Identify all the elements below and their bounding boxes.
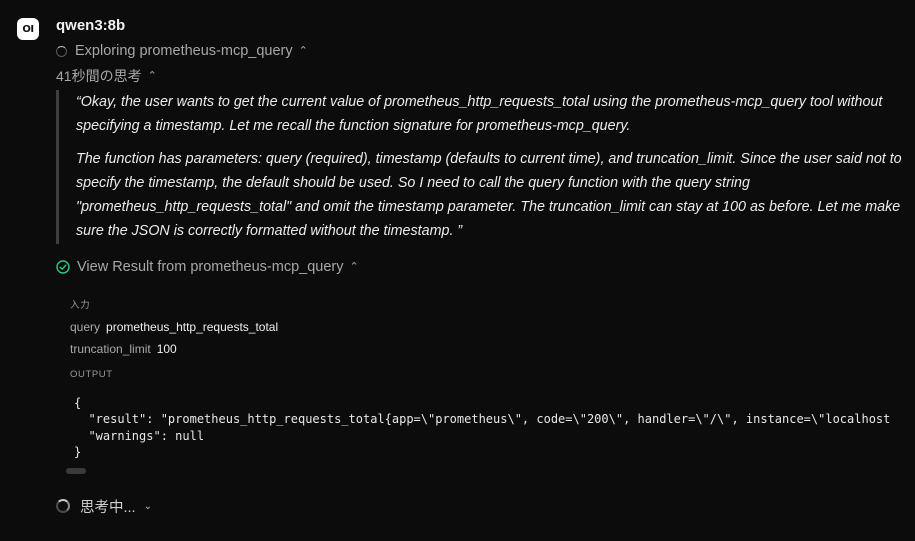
param-value: 100: [156, 342, 177, 356]
input-heading: 入力: [70, 300, 91, 311]
spinner-icon: [56, 499, 70, 513]
chevron-down-icon: ⌄: [143, 500, 152, 512]
model-avatar: OI: [17, 18, 39, 40]
chevron-up-icon: ⌃: [349, 260, 359, 273]
spinner-icon: [56, 45, 67, 57]
tool-status-label: Exploring prometheus-mcp_query: [75, 43, 293, 59]
param-key: query: [70, 320, 101, 334]
thinking-content: “Okay, the user wants to get the current…: [56, 90, 906, 244]
horizontal-scrollbar[interactable]: [66, 468, 86, 474]
code-line: "result": "prometheus_http_requests_tota…: [74, 412, 891, 427]
param-row-query: query prometheus_http_requests_total: [70, 320, 278, 334]
code-line: }: [74, 444, 82, 459]
code-line: "warnings": null: [74, 428, 205, 443]
tool-status-toggle[interactable]: Exploring prometheus-mcp_query ⌃: [56, 41, 308, 61]
thinking-status-label: 思考中...: [80, 499, 136, 516]
thinking-paragraph: “Okay, the user wants to get the current…: [76, 94, 883, 135]
param-row-truncation-limit: truncation_limit 100: [70, 342, 177, 356]
param-value: prometheus_http_requests_total: [106, 320, 279, 334]
thinking-paragraph: The function has parameters: query (requ…: [76, 150, 902, 240]
view-result-label: View Result from prometheus-mcp_query: [77, 259, 344, 275]
check-circle-icon: [56, 260, 70, 274]
chat-message: OI qwen3:8b Exploring prometheus-mcp_que…: [0, 0, 915, 541]
output-heading: OUTPUT: [70, 369, 113, 380]
model-name: qwen3:8b: [56, 17, 126, 34]
chevron-up-icon: ⌃: [147, 69, 157, 82]
param-key: truncation_limit: [70, 342, 151, 356]
thinking-toggle[interactable]: 41秒間の思考 ⌃: [56, 66, 157, 86]
thinking-status-toggle[interactable]: 思考中... ⌄: [56, 496, 152, 516]
view-result-toggle[interactable]: View Result from prometheus-mcp_query ⌃: [56, 257, 359, 277]
output-code-block[interactable]: { "result": "prometheus_http_requests_to…: [74, 395, 904, 463]
code-line: {: [74, 396, 82, 410]
chevron-up-icon: ⌃: [298, 44, 308, 57]
thinking-duration-label: 41秒間の思考: [56, 68, 142, 84]
